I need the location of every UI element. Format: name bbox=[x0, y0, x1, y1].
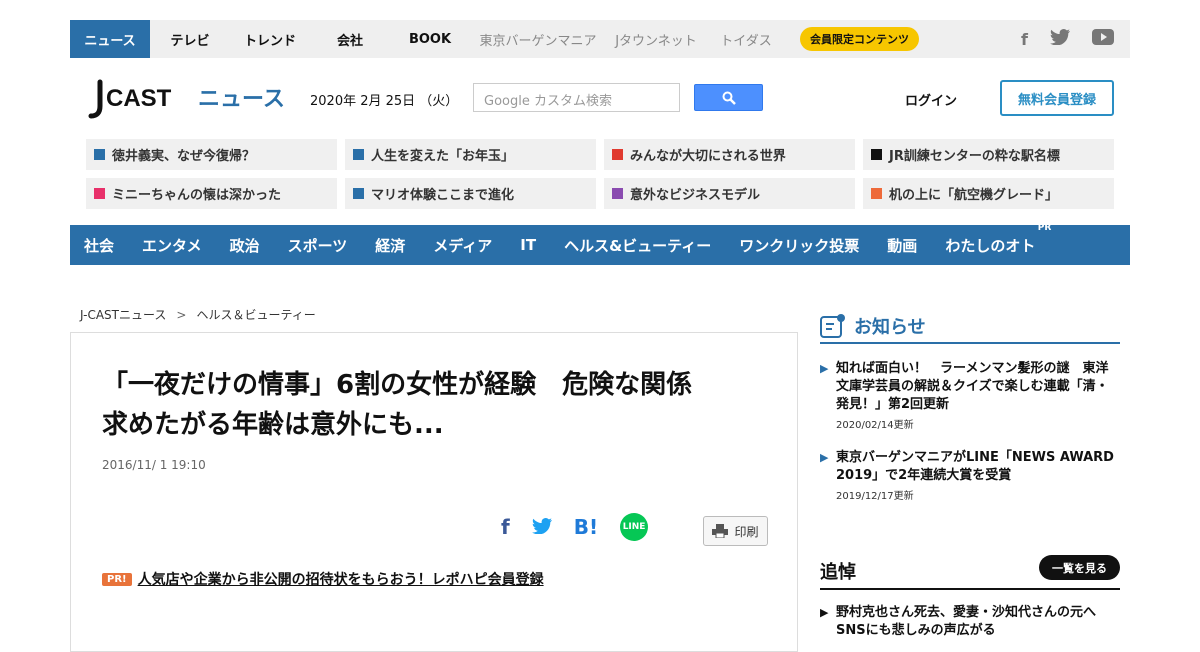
topic-item[interactable]: 机の上に「航空機グレード」 bbox=[863, 178, 1114, 209]
member-content-badge[interactable]: 会員限定コンテンツ bbox=[800, 27, 919, 51]
pr-promo: PR! 人気店や企業から非公開の招待状をもらおう！レポハピ会員登録 bbox=[102, 569, 544, 589]
topnav-trend[interactable]: トレンド bbox=[230, 20, 310, 58]
hatena-bookmark-icon[interactable]: B! bbox=[574, 515, 598, 539]
line-share-icon[interactable]: LINE bbox=[620, 513, 649, 541]
topic-item[interactable]: みんなが大切にされる世界 bbox=[604, 139, 855, 170]
breadcrumb-home[interactable]: J-CASTニュース bbox=[80, 308, 166, 322]
notice-header: お知らせ bbox=[820, 310, 1120, 344]
twitter-icon[interactable] bbox=[1050, 29, 1070, 49]
topnav-company[interactable]: 会社 bbox=[310, 20, 390, 58]
top-nav: ニュース テレビ トレンド 会社 BOOK 東京バーゲンマニア Jタウンネット … bbox=[70, 20, 1130, 58]
topic-item[interactable]: マリオ体験ここまで進化 bbox=[345, 178, 596, 209]
topic-marker bbox=[353, 149, 364, 160]
topic-item[interactable]: ミニーちゃんの懐は深かった bbox=[86, 178, 337, 209]
printer-icon bbox=[712, 524, 729, 538]
category-one-click-vote[interactable]: ワンクリック投票 bbox=[739, 235, 859, 256]
jcast-logo[interactable]: CAST ニュース bbox=[86, 76, 286, 122]
topic-item[interactable]: 人生を変えた「お年玉」 bbox=[345, 139, 596, 170]
topic-marker bbox=[94, 149, 105, 160]
category-video[interactable]: 動画 bbox=[887, 235, 917, 256]
notice-date: 2019/12/17更新 bbox=[836, 491, 914, 502]
category-it[interactable]: IT bbox=[520, 236, 536, 254]
register-button[interactable]: 無料会員登録 bbox=[1000, 80, 1114, 116]
topic-marker bbox=[612, 149, 623, 160]
topnav-news[interactable]: ニュース bbox=[70, 20, 150, 58]
category-health-beauty[interactable]: ヘルス&ビューティー bbox=[564, 235, 711, 256]
pr-link[interactable]: 人気店や企業から非公開の招待状をもらおう！レポハピ会員登録 bbox=[138, 569, 544, 589]
topic-item[interactable]: 意外なビジネスモデル bbox=[604, 178, 855, 209]
topic-marker bbox=[94, 188, 105, 199]
current-date: 2020年 2月 25日 （火） bbox=[310, 94, 459, 109]
topnav-toidas[interactable]: トイダス bbox=[706, 20, 786, 58]
topic-item[interactable]: JR訓練センターの粋な駅名標 bbox=[863, 139, 1114, 170]
svg-text:CAST: CAST bbox=[106, 85, 172, 112]
category-society[interactable]: 社会 bbox=[84, 235, 114, 256]
notice-title: お知らせ bbox=[854, 317, 926, 338]
pr-mark: PR bbox=[1037, 222, 1052, 233]
topic-marker bbox=[871, 188, 882, 199]
print-button[interactable]: 印刷 bbox=[703, 516, 768, 546]
breadcrumb-separator: > bbox=[176, 308, 187, 322]
triangle-right-icon: ▶ bbox=[820, 362, 829, 375]
notice-item[interactable]: ▶ 東京バーゲンマニアがLINE「NEWS AWARD 2019」で2年連続大賞… bbox=[820, 449, 1120, 506]
category-politics[interactable]: 政治 bbox=[230, 235, 260, 256]
category-sports[interactable]: スポーツ bbox=[288, 235, 348, 256]
topnav-jtown[interactable]: Jタウンネット bbox=[606, 20, 706, 58]
triangle-right-icon: ▶ bbox=[820, 606, 829, 619]
login-link[interactable]: ログイン bbox=[905, 90, 957, 109]
youtube-icon[interactable] bbox=[1092, 29, 1114, 49]
category-economy[interactable]: 経済 bbox=[375, 235, 405, 256]
topnav-tv[interactable]: テレビ bbox=[150, 20, 230, 58]
article-title: 「一夜だけの情事」6割の女性が経験 危険な関係 求めたがる年齢は意外にも... bbox=[102, 370, 693, 440]
notice-item[interactable]: ▶ 知れば面白い！ ラーメンマン髪形の謎 東洋文庫学芸員の解説＆クイズで楽しむ連… bbox=[820, 360, 1120, 435]
category-watashi-no-oto[interactable]: わたしのオト PR bbox=[945, 223, 1051, 256]
topic-marker bbox=[612, 188, 623, 199]
social-links: f bbox=[1021, 20, 1114, 58]
share-buttons: f B! LINE bbox=[501, 513, 649, 541]
notice-date: 2020/02/14更新 bbox=[836, 420, 914, 431]
topic-marker bbox=[353, 188, 364, 199]
search-input[interactable]: Google カスタム検索 bbox=[473, 83, 680, 112]
topic-marker bbox=[871, 149, 882, 160]
article-card: 「一夜だけの情事」6割の女性が経験 危険な関係 求めたがる年齢は意外にも... … bbox=[70, 332, 798, 652]
mourning-item[interactable]: ▶ 野村克也さん死去、愛妻・沙知代さんの元へ SNSにも悲しみの声広がる bbox=[820, 604, 1120, 640]
notice-icon bbox=[820, 314, 845, 338]
breadcrumb: J-CASTニュース > ヘルス＆ビューティー bbox=[80, 306, 316, 323]
mourning-header: 追悼 一覧を見る bbox=[820, 554, 1120, 590]
pr-badge: PR! bbox=[102, 572, 132, 586]
mourning-title: 追悼 bbox=[820, 562, 856, 583]
article-date: 2016/11/ 1 19:10 bbox=[102, 458, 206, 472]
see-all-button[interactable]: 一覧を見る bbox=[1039, 555, 1120, 580]
triangle-right-icon: ▶ bbox=[820, 451, 829, 464]
twitter-share-icon[interactable] bbox=[531, 515, 552, 539]
category-nav: 社会 エンタメ 政治 スポーツ 経済 メディア IT ヘルス&ビューティー ワン… bbox=[70, 223, 1130, 265]
search-icon bbox=[722, 91, 736, 105]
trending-topics: 徳井義実、なぜ今復帰？ 人生を変えた「お年玉」 みんなが大切にされる世界 JR訓… bbox=[86, 139, 1114, 209]
facebook-icon[interactable]: f bbox=[1021, 30, 1028, 49]
category-media[interactable]: メディア bbox=[433, 235, 492, 256]
category-entertainment[interactable]: エンタメ bbox=[142, 235, 202, 256]
facebook-share-icon[interactable]: f bbox=[501, 515, 510, 539]
breadcrumb-section[interactable]: ヘルス＆ビューティー bbox=[196, 308, 315, 322]
search-button[interactable] bbox=[694, 84, 763, 111]
svg-text:ニュース: ニュース bbox=[198, 87, 285, 112]
topnav-bargain[interactable]: 東京バーゲンマニア bbox=[470, 20, 606, 58]
topnav-book[interactable]: BOOK bbox=[390, 20, 470, 58]
topic-item[interactable]: 徳井義実、なぜ今復帰？ bbox=[86, 139, 337, 170]
